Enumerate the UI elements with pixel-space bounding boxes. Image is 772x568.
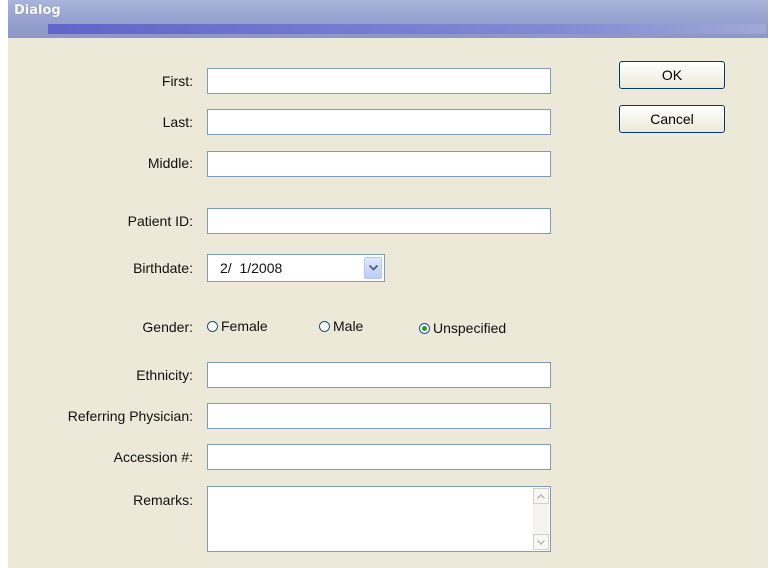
- birthdate-dropdown-button[interactable]: [364, 257, 382, 279]
- referring-physician-field[interactable]: [207, 403, 551, 429]
- birthdate-label: Birthdate:: [133, 260, 193, 276]
- patient-id-field[interactable]: [207, 208, 551, 234]
- scroll-down-button[interactable]: [533, 534, 549, 550]
- middle-name-field[interactable]: [207, 151, 551, 177]
- dialog-window: Dialog First: Last: Middle: Patient ID: …: [8, 0, 768, 568]
- scroll-up-arrow-icon: [537, 493, 545, 499]
- referring-physician-label: Referring Physician:: [67, 408, 193, 424]
- radio-circle-icon: [319, 320, 330, 332]
- birthdate-value: 2/ 1/2008: [220, 260, 283, 276]
- ethnicity-field[interactable]: [207, 362, 551, 388]
- scroll-up-button[interactable]: [533, 488, 549, 504]
- first-name-field[interactable]: [207, 68, 551, 94]
- gender-unspecified-radio[interactable]: Unspecified: [419, 320, 506, 336]
- title-bar-gradient: [48, 24, 766, 34]
- first-label: First:: [161, 73, 193, 89]
- birthdate-picker[interactable]: 2/ 1/2008: [207, 254, 385, 282]
- patient-id-label: Patient ID:: [127, 213, 193, 229]
- scroll-down-arrow-icon: [537, 539, 545, 545]
- gender-male-label: Male: [333, 318, 364, 334]
- ethnicity-label: Ethnicity:: [136, 367, 193, 383]
- accession-label: Accession #:: [113, 449, 193, 465]
- accession-field[interactable]: [207, 444, 551, 470]
- remarks-textarea[interactable]: [207, 486, 551, 552]
- chevron-down-icon: [368, 265, 378, 271]
- last-label: Last:: [162, 114, 193, 130]
- middle-label: Middle:: [147, 155, 193, 171]
- gender-male-radio[interactable]: Male: [319, 318, 363, 334]
- gender-female-label: Female: [221, 318, 268, 334]
- title-bar[interactable]: Dialog: [8, 0, 768, 38]
- radio-selected-icon: [419, 322, 430, 334]
- gender-unspecified-label: Unspecified: [433, 320, 507, 336]
- cancel-button[interactable]: Cancel: [619, 105, 725, 133]
- window-title: Dialog: [14, 3, 61, 18]
- last-name-field[interactable]: [207, 109, 551, 135]
- ok-button[interactable]: OK: [619, 61, 725, 89]
- gender-female-radio[interactable]: Female: [207, 318, 268, 334]
- radio-circle-icon: [207, 320, 218, 332]
- gender-label: Gender:: [142, 319, 193, 335]
- remarks-scrollbar[interactable]: [533, 488, 549, 550]
- remarks-label: Remarks:: [133, 492, 193, 508]
